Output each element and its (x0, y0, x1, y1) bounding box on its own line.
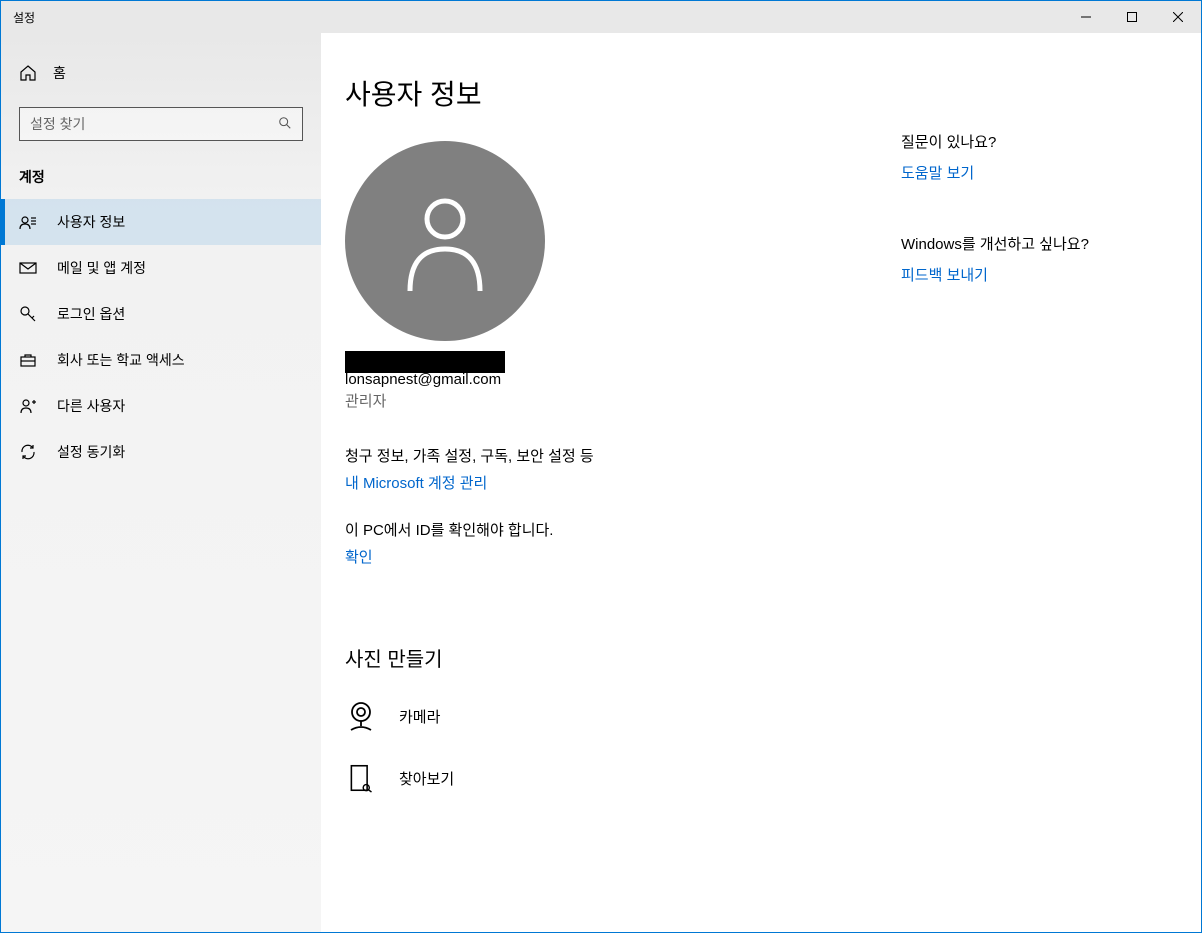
camera-label: 카메라 (399, 706, 440, 727)
sidebar-item-label: 다른 사용자 (57, 396, 125, 416)
sidebar-item-work-school[interactable]: 회사 또는 학교 액세스 (1, 337, 321, 383)
window-title: 설정 (1, 9, 35, 26)
feedback-link[interactable]: 피드백 보내기 (901, 264, 988, 285)
sidebar: 홈 계정 사용자 정보 메일 및 앱 계정 (1, 33, 321, 932)
browse-label: 찾아보기 (399, 768, 454, 789)
page-title: 사용자 정보 (345, 73, 901, 113)
sidebar-item-other-users[interactable]: 다른 사용자 (1, 383, 321, 429)
avatar (345, 141, 545, 341)
user-badge-icon (19, 213, 37, 231)
minimize-button[interactable] (1063, 1, 1109, 33)
user-name-redacted (345, 351, 505, 373)
window-controls (1063, 1, 1201, 33)
browse-option[interactable]: 찾아보기 (345, 762, 901, 794)
home-icon (19, 64, 37, 82)
user-role: 관리자 (345, 390, 901, 411)
sidebar-item-label: 로그인 옵션 (57, 304, 125, 324)
search-box[interactable] (19, 107, 303, 141)
sidebar-item-signin-options[interactable]: 로그인 옵션 (1, 291, 321, 337)
key-icon (19, 305, 37, 323)
close-icon (1173, 12, 1183, 22)
mail-icon (19, 259, 37, 277)
maximize-icon (1127, 12, 1137, 22)
sidebar-item-label: 메일 및 앱 계정 (57, 258, 146, 278)
help-heading: 질문이 있나요? (901, 131, 1161, 152)
home-label: 홈 (53, 63, 66, 83)
manage-account-link[interactable]: 내 Microsoft 계정 관리 (345, 472, 487, 493)
person-icon (400, 191, 490, 291)
titlebar: 설정 (1, 1, 1201, 33)
verify-description: 이 PC에서 ID를 확인해야 합니다. (345, 519, 901, 540)
close-button[interactable] (1155, 1, 1201, 33)
search-icon (278, 116, 292, 133)
sidebar-item-sync[interactable]: 설정 동기화 (1, 429, 321, 475)
billing-description: 청구 정보, 가족 설정, 구독, 보안 설정 등 (345, 445, 901, 466)
search-input[interactable] (30, 116, 278, 132)
sidebar-item-user-info[interactable]: 사용자 정보 (1, 199, 321, 245)
help-link[interactable]: 도움말 보기 (901, 162, 974, 183)
aside: 질문이 있나요? 도움말 보기 Windows를 개선하고 싶나요? 피드백 보… (901, 73, 1161, 932)
user-email: lonsapnest@gmail.com (345, 371, 901, 388)
sync-icon (19, 443, 37, 461)
minimize-icon (1081, 12, 1091, 22)
camera-icon (345, 700, 377, 732)
content: 사용자 정보 lonsapnest@gmail.com 관리자 청구 정보, 가… (345, 73, 901, 932)
improve-heading: Windows를 개선하고 싶나요? (901, 233, 1161, 254)
maximize-button[interactable] (1109, 1, 1155, 33)
camera-option[interactable]: 카메라 (345, 700, 901, 732)
sidebar-item-label: 사용자 정보 (57, 212, 125, 232)
sidebar-item-label: 설정 동기화 (57, 442, 125, 462)
home-button[interactable]: 홈 (1, 53, 321, 93)
verify-link[interactable]: 확인 (345, 546, 373, 567)
browse-icon (345, 762, 377, 794)
users-icon (19, 397, 37, 415)
sidebar-item-email-accounts[interactable]: 메일 및 앱 계정 (1, 245, 321, 291)
sidebar-item-label: 회사 또는 학교 액세스 (57, 350, 185, 370)
briefcase-icon (19, 351, 37, 369)
sidebar-section-label: 계정 (1, 159, 321, 199)
photo-section-title: 사진 만들기 (345, 643, 901, 672)
